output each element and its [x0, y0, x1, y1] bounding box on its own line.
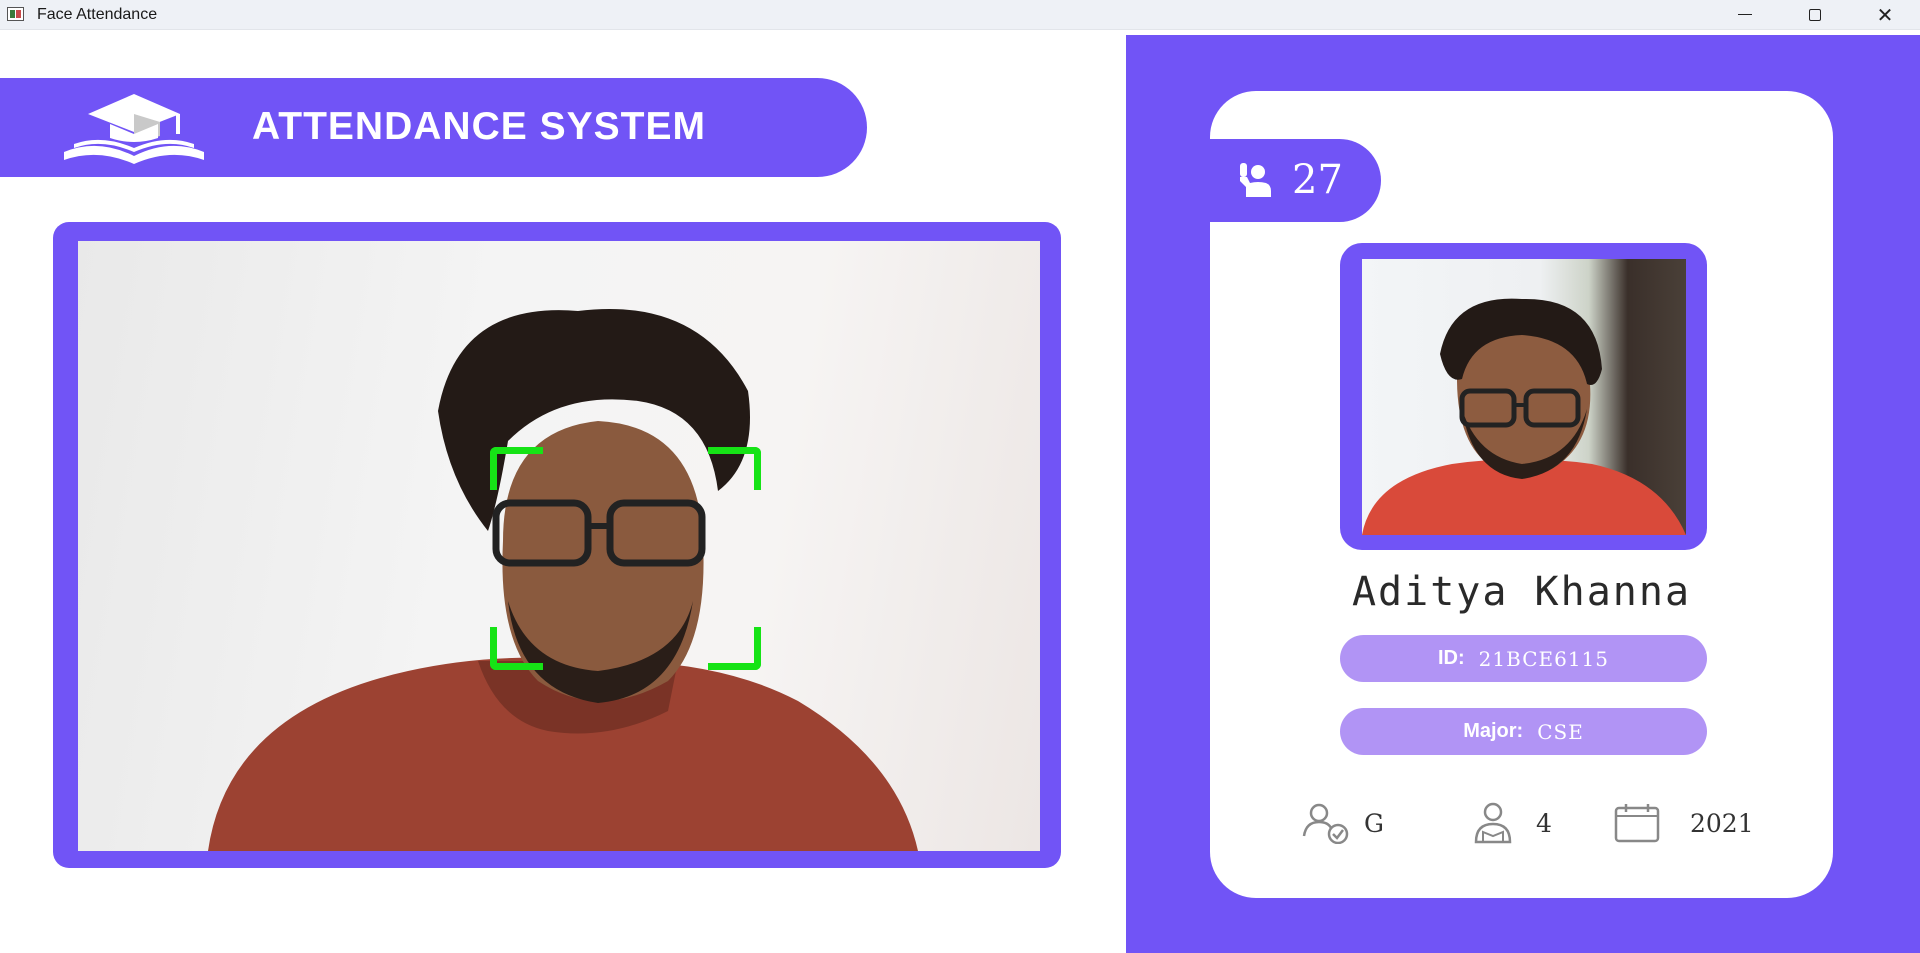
major-label: Major:	[1463, 720, 1524, 742]
header-banner: ATTENDANCE SYSTEM	[0, 78, 867, 177]
standing-stat: G	[1302, 801, 1384, 845]
id-value: 21BCE6115	[1478, 646, 1609, 671]
live-face-image	[208, 308, 918, 851]
webcam-frame	[53, 222, 1061, 868]
calendar-icon	[1614, 804, 1660, 843]
major-value: CSE	[1537, 719, 1584, 744]
face-box-corner-bottom-left	[490, 627, 543, 670]
student-id-pill: ID: 21BCE6115	[1340, 635, 1707, 682]
student-photo	[1362, 259, 1686, 535]
year-stat: 4	[1472, 801, 1552, 845]
person-raised-hand-icon	[1240, 163, 1271, 197]
face-box-corner-top-right	[708, 447, 761, 490]
student-reading-icon	[1474, 802, 1512, 844]
close-button[interactable]: ✕	[1850, 0, 1920, 29]
student-info-panel: 27 Aditya Khanna ID: 21BCE6115 Major: CS…	[1126, 35, 1920, 953]
webcam-feed	[78, 241, 1040, 851]
maximize-icon	[1809, 8, 1821, 21]
student-portrait-image	[1362, 298, 1686, 535]
face-box-corner-bottom-right	[708, 627, 761, 670]
student-card: 27 Aditya Khanna ID: 21BCE6115 Major: CS…	[1210, 91, 1833, 898]
minimize-button[interactable]	[1710, 0, 1780, 29]
window-title-bar: Face Attendance ✕	[0, 0, 1920, 30]
total-attendance-badge: 27	[1210, 139, 1381, 222]
student-name: Aditya Khanna	[1351, 569, 1692, 615]
total-attendance-count: 27	[1292, 157, 1343, 203]
minimize-icon	[1738, 14, 1752, 15]
student-photo-frame	[1340, 243, 1707, 550]
window-title: Face Attendance	[37, 6, 158, 23]
app-icon	[7, 7, 24, 21]
face-box-corner-top-left	[490, 447, 543, 490]
graduation-cap-book-icon	[64, 94, 204, 164]
id-label: ID:	[1438, 647, 1465, 669]
year-value: 4	[1536, 808, 1552, 838]
student-major-pill: Major: CSE	[1340, 708, 1707, 755]
standing-value: G	[1364, 808, 1384, 838]
user-check-icon	[1302, 803, 1349, 844]
starting-year-value: 2021	[1690, 808, 1754, 838]
maximize-button[interactable]	[1780, 0, 1850, 29]
app-heading: ATTENDANCE SYSTEM	[252, 105, 706, 148]
starting-year-stat: 2021	[1614, 801, 1754, 845]
close-icon: ✕	[1876, 2, 1894, 27]
